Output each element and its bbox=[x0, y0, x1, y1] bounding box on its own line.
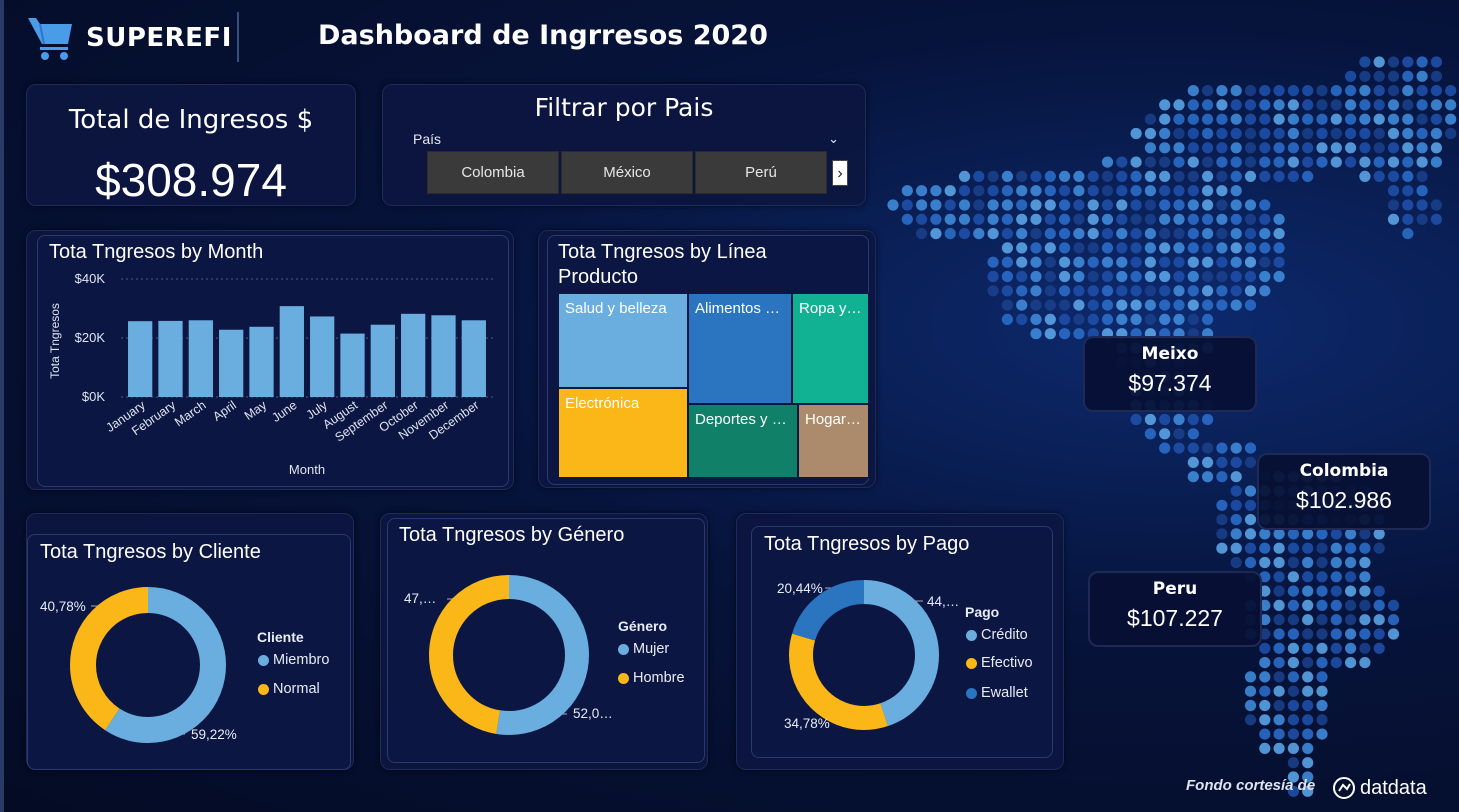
map-card-peru[interactable]: Peru $107.227 bbox=[1088, 571, 1262, 647]
legend-label: Ewallet bbox=[981, 685, 1028, 701]
genero-label-hombre: 47,… bbox=[404, 591, 437, 606]
map-card-value: $102.986 bbox=[1296, 487, 1392, 513]
treemap-tile-deportes[interactable]: Deportes y … bbox=[688, 404, 798, 478]
filter-field-label: País bbox=[413, 131, 442, 147]
legend-label: Crédito bbox=[981, 627, 1028, 643]
treemap-tile-electronica[interactable]: Electrónica bbox=[558, 388, 688, 478]
legend-label: Miembro bbox=[273, 652, 330, 668]
legend-label: Normal bbox=[273, 681, 320, 697]
legend-dot bbox=[258, 683, 269, 695]
map-card-name: Colombia bbox=[1299, 461, 1389, 481]
map-card-value: $107.227 bbox=[1127, 605, 1223, 631]
cliente-chart-card: Tota Tngresos by Cliente 59,22% 40,78% C… bbox=[26, 513, 354, 770]
linea-chart-title: Tota Tngresos by Línea Producto bbox=[558, 241, 767, 288]
y-tick-label: $0K bbox=[82, 389, 105, 404]
bar-march[interactable] bbox=[188, 320, 213, 397]
map-card-mexico[interactable]: Meixo $97.374 bbox=[1083, 336, 1257, 412]
brand-name: SUPEREFI bbox=[86, 23, 232, 53]
kpi-title: Total de Ingresos $ bbox=[68, 105, 314, 135]
linea-chart-card: Tota Tngresos by Línea Producto Salud y … bbox=[538, 230, 876, 488]
legend-item-hombre[interactable]: Hombre bbox=[618, 670, 685, 686]
kpi-card: Total de Ingresos $ $308.974 bbox=[26, 84, 356, 206]
genero-label-mujer: 52,0… bbox=[573, 706, 613, 721]
legend-label: Efectivo bbox=[981, 655, 1033, 671]
pago-label-ewallet: 20,44% bbox=[777, 581, 823, 596]
genero-legend-title: Género bbox=[618, 618, 668, 634]
bar-january[interactable] bbox=[128, 321, 153, 397]
header-divider bbox=[237, 12, 239, 62]
cliente-legend-title: Cliente bbox=[257, 629, 304, 645]
treemap-tile-hogar[interactable]: Hogar… bbox=[798, 404, 869, 478]
bar-october[interactable] bbox=[401, 313, 426, 397]
legend-item-efectivo[interactable]: Efectivo bbox=[966, 655, 1033, 671]
footer-brand: datdata bbox=[1360, 776, 1427, 799]
bar-june[interactable] bbox=[279, 306, 304, 397]
x-tick-label: March bbox=[172, 398, 209, 429]
bar-december[interactable] bbox=[461, 320, 486, 397]
legend-dot bbox=[618, 672, 629, 684]
map-card-value: $97.374 bbox=[1128, 370, 1212, 396]
map-card-name: Peru bbox=[1152, 579, 1198, 599]
treemap-tile-salud[interactable]: Salud y belleza bbox=[558, 293, 688, 388]
month-chart-card: Tota Tngresos by Month $40K $20K $0K Tot… bbox=[26, 230, 514, 490]
country-filter-card: Filtrar por Pais País ⌄ Colombia México … bbox=[382, 84, 866, 206]
cliente-label-normal: 40,78% bbox=[40, 599, 86, 614]
bar-august[interactable] bbox=[340, 333, 365, 397]
y-tick-label: $20K bbox=[75, 330, 106, 345]
filter-option-colombia[interactable]: Colombia bbox=[427, 151, 559, 194]
legend-dot bbox=[966, 687, 977, 699]
bar-september[interactable] bbox=[370, 324, 395, 397]
kpi-value: $308.974 bbox=[95, 154, 287, 206]
pago-chart-card: Tota Tngresos by Pago 44,… 34,78% 20,44%… bbox=[736, 513, 1064, 770]
map-card-name: Meixo bbox=[1141, 344, 1199, 364]
y-tick-label: $40K bbox=[75, 271, 106, 286]
cliente-label-miembro: 59,22% bbox=[191, 727, 237, 742]
header: SUPEREFI bbox=[26, 12, 232, 64]
x-axis-label: Month bbox=[289, 462, 325, 477]
chevron-down-icon[interactable]: ⌄ bbox=[828, 131, 839, 147]
legend-dot bbox=[618, 643, 629, 655]
shopping-cart-icon bbox=[28, 18, 72, 60]
treemap-tile-alimentos[interactable]: Alimentos … bbox=[688, 293, 792, 404]
pago-label-credito: 44,… bbox=[927, 594, 960, 609]
footer-credit: Fondo cortesía de bbox=[1186, 777, 1316, 794]
legend-item-mujer[interactable]: Mujer bbox=[618, 641, 669, 657]
x-tick-label: May bbox=[242, 398, 270, 423]
pago-label-efectivo: 34,78% bbox=[784, 716, 830, 731]
dashboard-title: Dashboard de Ingrresos 2020 bbox=[318, 20, 768, 51]
chevron-right-icon[interactable]: › bbox=[832, 160, 848, 186]
map-card-colombia[interactable]: Colombia $102.986 bbox=[1257, 453, 1431, 530]
genero-chart-card: Tota Tngresos by Género 52,0… 47,… Géner… bbox=[380, 513, 708, 770]
legend-label: Mujer bbox=[633, 641, 670, 657]
bar-july[interactable] bbox=[310, 316, 335, 397]
bar-may[interactable] bbox=[249, 326, 274, 397]
legend-item-normal[interactable]: Normal bbox=[258, 681, 320, 697]
legend-item-credito[interactable]: Crédito bbox=[966, 627, 1028, 643]
bar-april[interactable] bbox=[219, 329, 244, 397]
legend-label: Hombre bbox=[633, 670, 685, 686]
y-axis-label: Tota Tngresos bbox=[48, 303, 62, 379]
x-tick-label: June bbox=[269, 398, 299, 425]
legend-dot bbox=[258, 654, 269, 666]
datdata-logo[interactable]: datdata bbox=[1332, 776, 1427, 800]
pago-legend-title: Pago bbox=[965, 604, 1000, 620]
filter-option-peru[interactable]: Perú bbox=[695, 151, 827, 194]
bar-february[interactable] bbox=[158, 320, 183, 397]
legend-item-ewallet[interactable]: Ewallet bbox=[966, 685, 1028, 701]
legend-dot bbox=[966, 629, 977, 641]
month-bar-chart: $40K $20K $0K Tota Tngresos Month Januar… bbox=[48, 271, 495, 477]
x-tick-label: April bbox=[210, 398, 239, 424]
datdata-logo-icon bbox=[1333, 777, 1355, 799]
treemap-tile-ropa[interactable]: Ropa y… bbox=[792, 293, 869, 404]
filter-option-mexico[interactable]: México bbox=[561, 151, 693, 194]
bar-november[interactable] bbox=[431, 315, 456, 397]
legend-item-miembro[interactable]: Miembro bbox=[258, 652, 329, 668]
filter-title: Filtrar por Pais bbox=[534, 93, 714, 122]
legend-dot bbox=[966, 657, 977, 669]
